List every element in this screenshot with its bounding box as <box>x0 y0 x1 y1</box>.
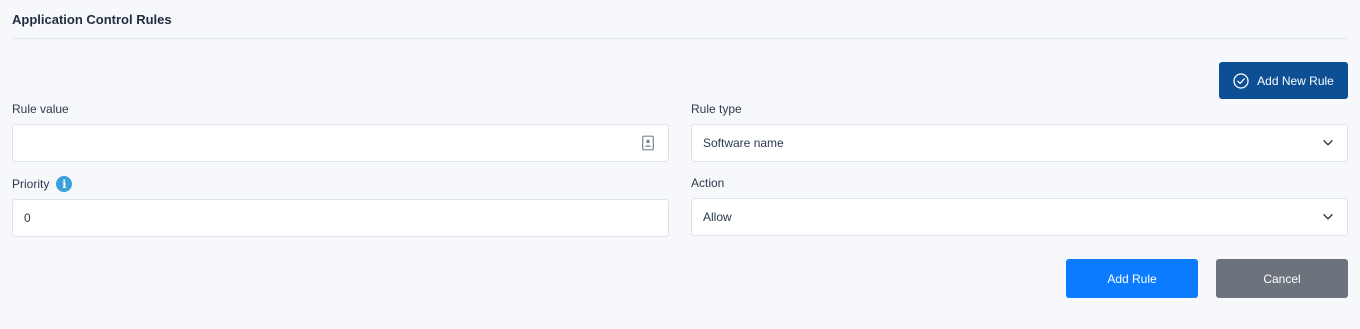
add-rule-label: Add Rule <box>1107 271 1157 286</box>
page-title: Application Control Rules <box>12 12 172 27</box>
priority-input[interactable] <box>24 211 657 225</box>
contact-card-icon[interactable] <box>642 135 654 151</box>
cancel-label: Cancel <box>1263 271 1301 286</box>
rule-type-label: Rule type <box>691 102 742 116</box>
chevron-down-icon <box>1323 214 1333 221</box>
rule-type-select[interactable]: Software name <box>691 124 1348 162</box>
check-circle-icon <box>1233 72 1249 89</box>
priority-field[interactable] <box>12 199 669 237</box>
priority-label: Priority i <box>12 176 73 192</box>
add-new-rule-button[interactable]: Add New Rule <box>1219 62 1348 99</box>
cancel-button[interactable]: Cancel <box>1216 259 1348 298</box>
action-select[interactable]: Allow <box>691 198 1348 236</box>
application-control-rules-panel: Application Control Rules Add New Rule R… <box>0 0 1360 329</box>
chevron-down-icon <box>1323 140 1333 147</box>
add-new-rule-label: Add New Rule <box>1257 73 1334 88</box>
add-rule-button[interactable]: Add Rule <box>1066 259 1198 298</box>
header-divider <box>12 38 1348 39</box>
rule-value-label: Rule value <box>12 102 69 116</box>
rule-type-value: Software name <box>703 136 784 150</box>
info-icon[interactable]: i <box>56 176 73 192</box>
action-label: Action <box>691 176 725 190</box>
action-value: Allow <box>703 210 732 224</box>
rule-value-field[interactable] <box>12 124 669 162</box>
rule-value-input[interactable] <box>24 136 657 150</box>
